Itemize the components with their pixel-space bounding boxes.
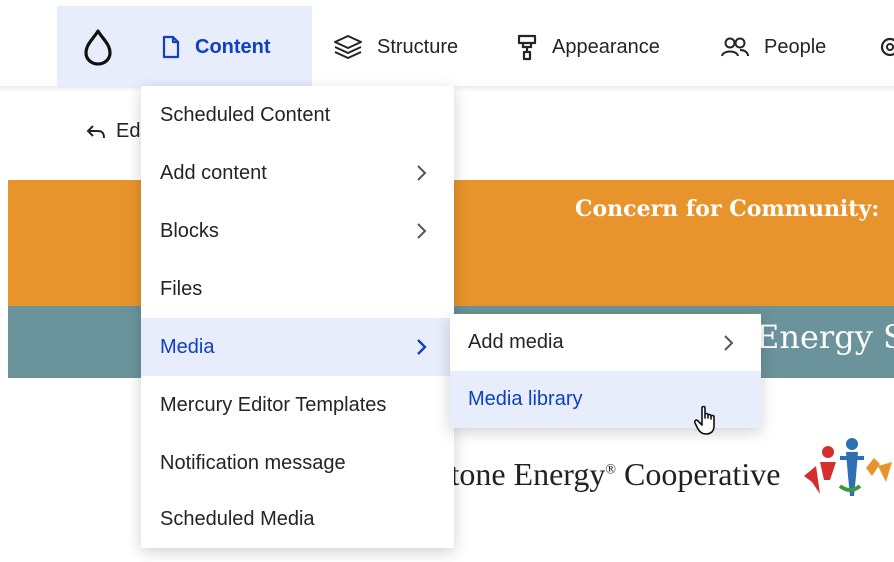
nav-appearance[interactable]: Appearance [516,6,660,88]
menu-item-scheduled-media[interactable]: Scheduled Media [141,490,454,548]
menu-item-label: Scheduled Media [160,507,315,530]
menu-item-label: Blocks [160,219,219,242]
submenu-item-label: Add media [468,331,564,353]
hand-pointer-cursor-icon [694,405,715,435]
menu-item-label: Add content [160,161,267,184]
coop-logo-icon [804,438,892,496]
nav-people[interactable]: People [720,6,826,88]
coop-suffix: Cooperative [624,456,781,492]
nav-structure[interactable]: Structure [333,6,458,88]
home-logo-button[interactable] [57,6,139,88]
menu-item-files[interactable]: Files [141,260,454,318]
submenu-item-label: Media library [468,388,583,410]
menu-item-blocks[interactable]: Blocks [141,202,454,260]
menu-item-mercury-editor-templates[interactable]: Mercury Editor Templates [141,376,454,434]
back-link-label: Ed [116,120,141,142]
menu-item-label: Files [160,277,203,300]
menu-item-label: Media [160,335,215,358]
back-link[interactable]: Ed [86,120,140,143]
chevron-right-icon [417,165,427,181]
menu-item-label: Notification message [160,451,346,474]
menu-item-media[interactable]: Media [141,318,454,376]
chevron-right-icon [417,339,427,355]
menu-item-add-content[interactable]: Add content [141,144,454,202]
nav-appearance-label: Appearance [552,35,660,58]
menu-item-notification-message[interactable]: Notification message [141,434,454,492]
chevron-right-icon [724,335,734,351]
people-icon [721,37,749,57]
chevron-right-icon [417,223,427,239]
menu-item-label: Mercury Editor Templates [160,393,387,416]
content-menu: Scheduled Content Add content Blocks Fil… [141,86,454,548]
nav-content[interactable]: Content [139,6,312,88]
registered-mark: ® [605,462,617,478]
gear-icon [880,37,894,57]
admin-toolbar: Content Structure Appearance People [0,0,894,88]
coop-name-text: stone Energy [438,456,606,492]
layers-icon [334,35,362,59]
submenu-item-add-media[interactable]: Add media [450,314,761,371]
back-arrow-icon [86,124,105,138]
menu-item-scheduled-content[interactable]: Scheduled Content [141,86,454,144]
file-icon [162,35,180,59]
hero-banner-text: Concern for Community: [575,196,880,222]
sub-banner-text: Energy S [756,318,894,356]
nav-people-label: People [764,35,827,58]
menu-item-label: Scheduled Content [160,103,331,126]
coop-name: stone Energy® Cooperative [438,456,780,493]
drupal-drop-icon [84,29,112,66]
paint-roller-icon [517,34,537,61]
nav-structure-label: Structure [377,35,459,58]
nav-configuration[interactable] [878,6,894,88]
nav-content-label: Content [195,35,271,58]
